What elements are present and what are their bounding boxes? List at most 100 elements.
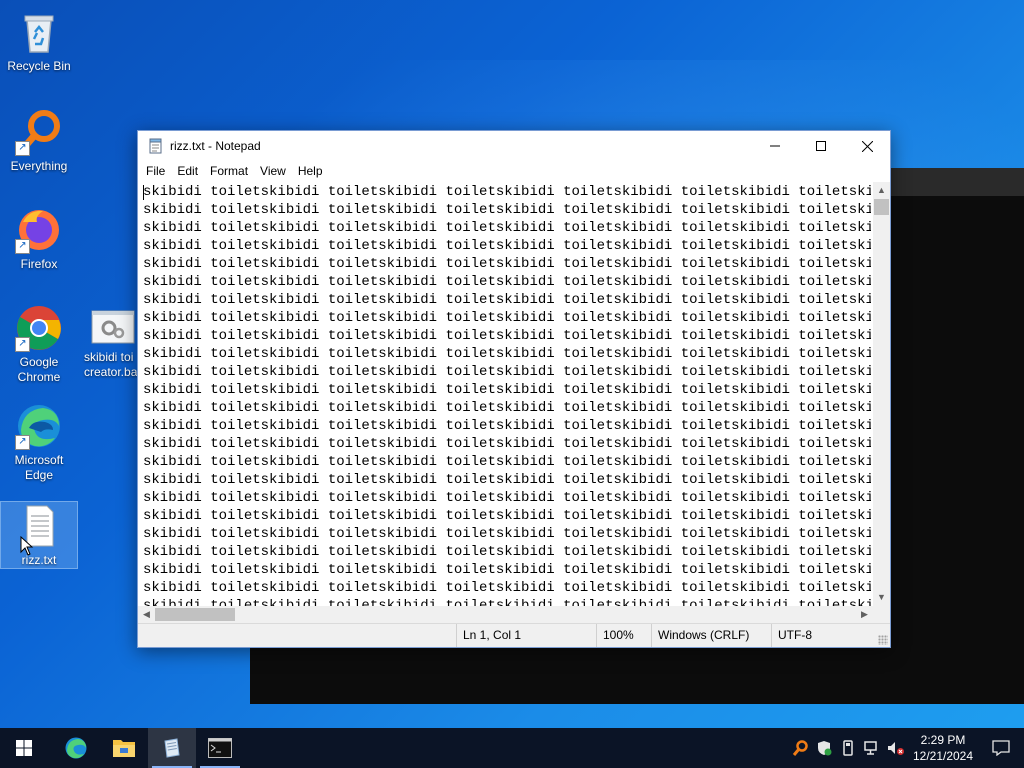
text-line: skibidi toiletskibidi toiletskibidi toil… — [143, 310, 871, 326]
text-line: skibidi toiletskibidi toiletskibidi toil… — [143, 526, 871, 542]
notepad-icon — [164, 738, 180, 758]
tray-everything-icon[interactable] — [788, 728, 812, 768]
text-line: skibidi toiletskibidi toiletskibidi toil… — [143, 238, 871, 254]
text-line: skibidi toiletskibidi toiletskibidi toil… — [143, 454, 871, 470]
minimize-button[interactable] — [752, 131, 798, 161]
tray-network-icon[interactable] — [860, 728, 884, 768]
menu-view[interactable]: View — [254, 162, 292, 180]
desktop-icon-rizz-txt[interactable]: rizz.txt — [0, 501, 78, 569]
system-tray: 2:29 PM 12/21/2024 — [788, 728, 1024, 768]
start-button[interactable] — [0, 728, 48, 768]
taskbar: 2:29 PM 12/21/2024 — [0, 728, 1024, 768]
clock-time: 2:29 PM — [920, 733, 966, 747]
text-line: skibidi toiletskibidi toiletskibidi toil… — [143, 328, 871, 344]
text-line: skibidi toiletskibidi toiletskibidi toil… — [143, 418, 871, 434]
taskbar-edge-button[interactable] — [52, 728, 100, 768]
text-line: skibidi toiletskibidi toiletskibidi toil… — [143, 508, 871, 524]
text-line: skibidi toiletskibidi toiletskibidi toil… — [143, 490, 871, 506]
firefox-icon: ↗ — [15, 206, 63, 254]
menu-format[interactable]: Format — [204, 162, 254, 180]
desktop-icon-recycle-bin[interactable]: Recycle Bin — [1, 8, 77, 74]
everything-search-icon: ↗ — [15, 108, 63, 156]
desktop-icon-microsoft-edge[interactable]: ↗ Microsoft Edge — [1, 402, 77, 483]
vertical-scroll-thumb[interactable] — [874, 199, 889, 215]
text-line: skibidi toiletskibidi toiletskibidi toil… — [143, 274, 871, 290]
taskbar-notepad-button[interactable] — [148, 728, 196, 768]
notepad-window[interactable]: rizz.txt - Notepad File Edit Format View… — [137, 130, 891, 648]
edge-icon — [65, 737, 87, 759]
scroll-right-icon[interactable]: ▶ — [856, 606, 873, 623]
status-cursor-position: Ln 1, Col 1 — [456, 624, 596, 647]
menu-bar: File Edit Format View Help — [138, 161, 890, 181]
minimize-icon — [770, 145, 780, 147]
desktop-icon-label: Recycle Bin — [7, 59, 71, 73]
edge-icon: ↗ — [15, 402, 63, 450]
text-line: skibidi toiletskibidi toiletskibidi toil… — [143, 364, 871, 380]
desktop-icon-label: Google Chrome — [17, 355, 61, 384]
text-line: skibidi toiletskibidi toiletskibidi toil… — [143, 472, 871, 488]
menu-file[interactable]: File — [140, 162, 171, 180]
desktop-icon-label: Everything — [10, 159, 68, 173]
chrome-icon: ↗ — [15, 304, 63, 352]
notification-icon — [992, 740, 1010, 756]
terminal-icon — [208, 738, 232, 758]
title-bar[interactable]: rizz.txt - Notepad — [138, 131, 890, 161]
maximize-button[interactable] — [798, 131, 844, 161]
text-line: skibidi toiletskibidi toiletskibidi toil… — [143, 400, 871, 416]
close-button[interactable] — [844, 131, 890, 161]
status-encoding: UTF-8 — [771, 624, 876, 647]
clock-date: 12/21/2024 — [912, 749, 974, 763]
status-line-ending: Windows (CRLF) — [651, 624, 771, 647]
text-line: skibidi toiletskibidi toiletskibidi toil… — [143, 382, 871, 398]
text-line: skibidi toiletskibidi toiletskibidi toil… — [143, 202, 871, 218]
taskbar-terminal-button[interactable] — [196, 728, 244, 768]
taskbar-clock[interactable]: 2:29 PM 12/21/2024 — [908, 732, 978, 764]
menu-help[interactable]: Help — [292, 162, 329, 180]
text-line: skibidi toiletskibidi toiletskibidi toil… — [143, 544, 871, 560]
menu-edit[interactable]: Edit — [171, 162, 204, 180]
text-line: skibidi toiletskibidi toiletskibidi toil… — [143, 436, 871, 452]
desktop-icon-everything[interactable]: ↗ Everything — [1, 108, 77, 174]
horizontal-scrollbar[interactable]: ◀ ▶ — [138, 606, 873, 623]
folder-icon — [113, 740, 135, 757]
scrollbar-corner — [873, 606, 890, 623]
shortcut-arrow-icon: ↗ — [15, 239, 30, 254]
close-icon — [861, 140, 873, 152]
status-bar: Ln 1, Col 1 100% Windows (CRLF) UTF-8 — [138, 623, 890, 647]
desktop-icon-label: rizz.txt — [21, 553, 57, 567]
shortcut-arrow-icon: ↗ — [15, 435, 30, 450]
text-line: skibidi toiletskibidi toiletskibidi toil… — [143, 292, 871, 308]
tray-usb-device-icon[interactable] — [836, 728, 860, 768]
editor-area: skibidi toiletskibidi toiletskibidi toil… — [138, 182, 890, 623]
text-line: skibidi toiletskibidi toiletskibidi toil… — [143, 346, 871, 362]
text-caret — [143, 185, 144, 200]
batch-file-icon — [91, 308, 135, 344]
taskbar-file-explorer-button[interactable] — [100, 728, 148, 768]
text-line: skibidi toiletskibidi toiletskibidi toil… — [143, 220, 871, 236]
shortcut-arrow-icon: ↗ — [15, 337, 30, 352]
text-line: skibidi toiletskibidi toiletskibidi toil… — [143, 562, 871, 578]
desktop-icon-firefox[interactable]: ↗ Firefox — [1, 206, 77, 272]
scroll-left-icon[interactable]: ◀ — [138, 606, 155, 623]
maximize-icon — [816, 141, 826, 151]
text-line: skibidi toiletskibidi toiletskibidi toil… — [143, 598, 871, 606]
scroll-up-icon[interactable]: ▲ — [873, 182, 890, 199]
horizontal-scroll-thumb[interactable] — [155, 608, 235, 621]
text-editor[interactable]: skibidi toiletskibidi toiletskibidi toil… — [138, 182, 871, 606]
tray-security-shield-icon[interactable] — [812, 728, 836, 768]
text-line: skibidi toiletskibidi toiletskibidi toil… — [143, 580, 871, 596]
resize-grip-icon[interactable] — [878, 635, 888, 645]
shortcut-arrow-icon: ↗ — [15, 141, 30, 156]
desktop-icon-label: Microsoft Edge — [14, 453, 64, 482]
tray-volume-muted-icon[interactable] — [884, 728, 908, 768]
status-zoom: 100% — [596, 624, 651, 647]
text-line: skibidi toiletskibidi toiletskibidi toil… — [143, 256, 871, 272]
scroll-down-icon[interactable]: ▼ — [873, 589, 890, 606]
action-center-button[interactable] — [978, 728, 1024, 768]
recycle-bin-icon — [15, 8, 63, 56]
windows-logo-icon — [16, 740, 32, 756]
vertical-scrollbar[interactable]: ▲ ▼ — [873, 182, 890, 606]
notepad-icon — [149, 138, 162, 154]
desktop-icon-google-chrome[interactable]: ↗ Google Chrome — [1, 304, 77, 385]
text-line: skibidi toiletskibidi toiletskibidi toil… — [143, 184, 871, 200]
